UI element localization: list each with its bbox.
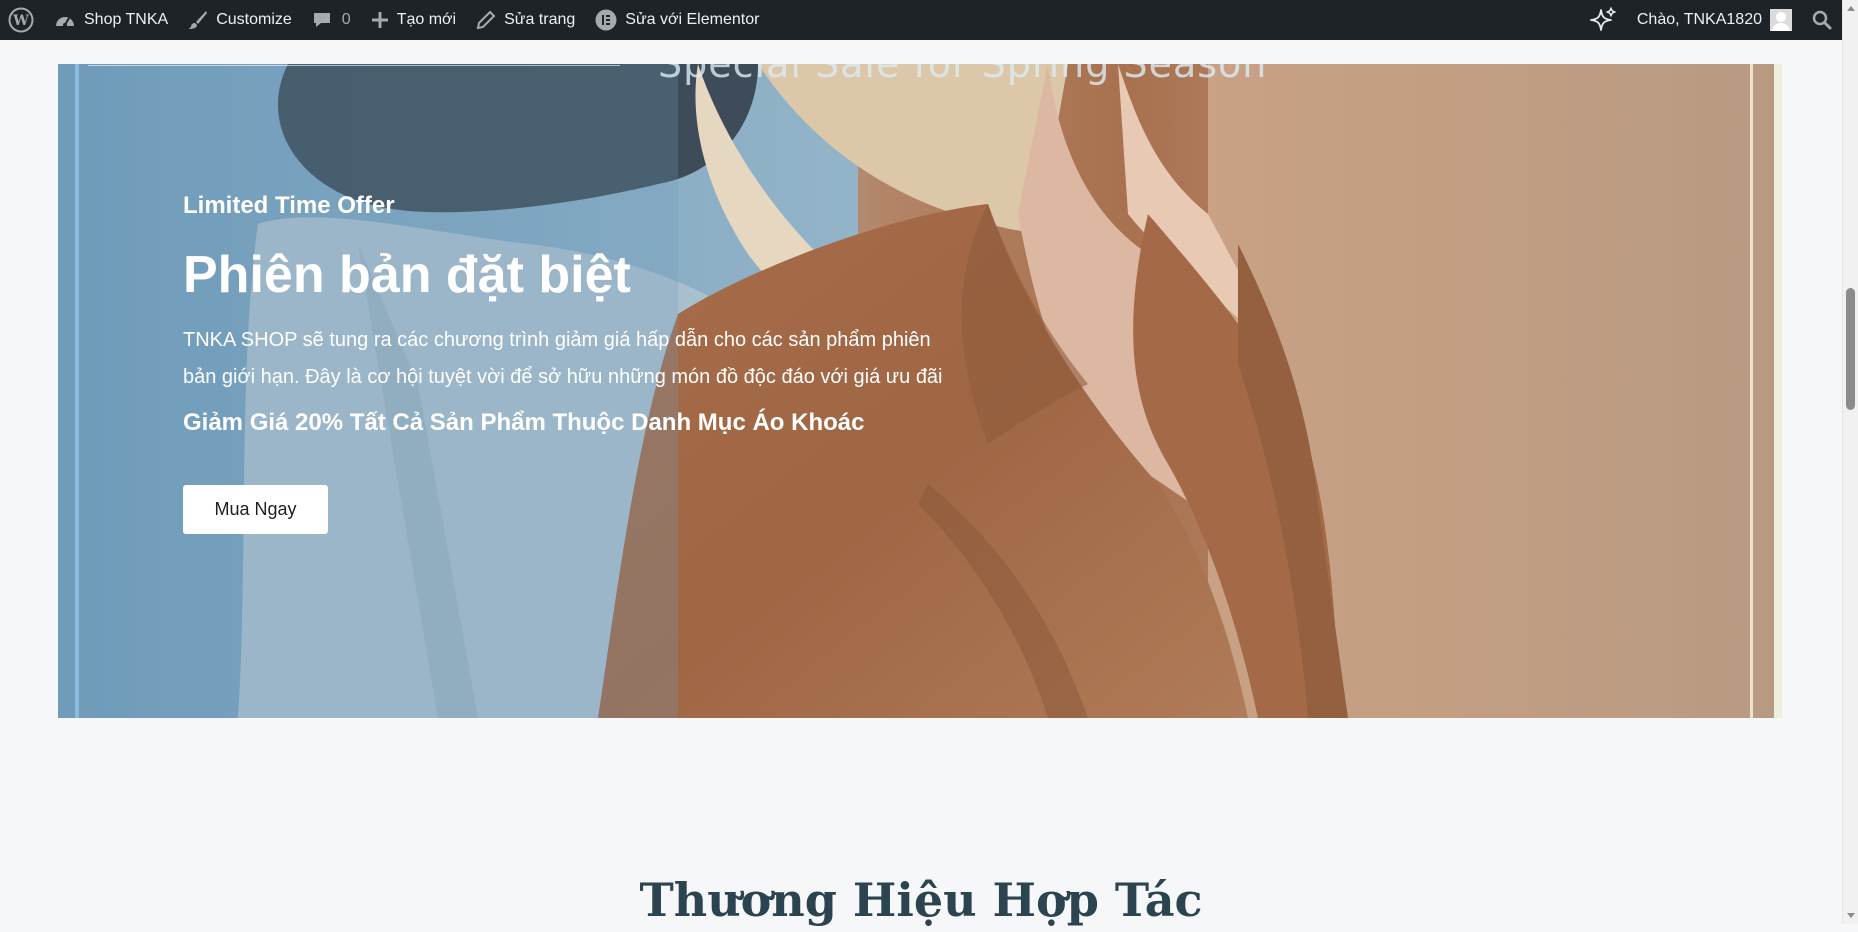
dashboard-icon bbox=[54, 11, 76, 29]
svg-text:W: W bbox=[12, 13, 29, 29]
banner-headline: Phiên bản đặt biệt bbox=[183, 246, 631, 304]
edit-elementor-button[interactable]: Sửa với Elementor bbox=[585, 0, 769, 40]
banner-description: TNKA SHOP sẽ tung ra các chương trình gi… bbox=[183, 329, 943, 388]
avatar bbox=[1770, 9, 1792, 31]
greeting-label: Chào, TNKA1820 bbox=[1636, 11, 1762, 28]
search-button[interactable] bbox=[1802, 0, 1842, 40]
banner-top-line bbox=[88, 65, 620, 66]
edit-elementor-label: Sửa với Elementor bbox=[625, 11, 760, 28]
brush-icon bbox=[188, 10, 208, 30]
plus-icon bbox=[371, 11, 389, 29]
discount-text: Giảm Giá 20% Tất Cả Sản Phẩm Thuộc Danh … bbox=[183, 409, 865, 436]
banner-right-rule bbox=[1750, 64, 1753, 718]
wordpress-menu[interactable]: W bbox=[0, 0, 44, 40]
elementor-icon bbox=[595, 9, 617, 31]
scroll-down-arrow[interactable] bbox=[1847, 913, 1855, 918]
customize-label: Customize bbox=[216, 11, 292, 28]
admin-bar: W Shop TNKA Customize 0 Tạo mới Sửa tran… bbox=[0, 0, 1842, 40]
new-label: Tạo mới bbox=[396, 11, 457, 28]
site-name-label: Shop TNKA bbox=[84, 11, 169, 28]
scroll-up-arrow[interactable] bbox=[1847, 6, 1855, 11]
banner-content: Limited Time Offer Phiên bản đặt biệt TN… bbox=[183, 192, 983, 534]
banner-left-rule bbox=[75, 64, 79, 718]
page-scrollbar[interactable] bbox=[1842, 0, 1858, 924]
banner-right-edge bbox=[1774, 64, 1782, 718]
edit-page-button[interactable]: Sửa trang bbox=[466, 0, 585, 40]
search-icon bbox=[1812, 10, 1832, 30]
scroll-thumb[interactable] bbox=[1846, 288, 1855, 410]
customize-button[interactable]: Customize bbox=[178, 0, 302, 40]
site-name-menu[interactable]: Shop TNKA bbox=[44, 0, 178, 40]
comments-button[interactable]: 0 bbox=[302, 0, 361, 40]
pencil-icon bbox=[476, 10, 496, 30]
account-menu[interactable]: Chào, TNKA1820 bbox=[1627, 0, 1802, 40]
sparkle-icon bbox=[1589, 6, 1617, 34]
wordpress-icon: W bbox=[8, 7, 34, 33]
partner-brands-heading: Thương Hiệu Hợp Tác bbox=[639, 873, 1203, 927]
new-content-menu[interactable]: Tạo mới bbox=[361, 0, 466, 40]
ai-assistant-button[interactable] bbox=[1579, 0, 1627, 40]
comment-icon bbox=[312, 10, 332, 30]
offer-label: Limited Time Offer bbox=[183, 192, 395, 219]
admin-bar-secondary: Chào, TNKA1820 bbox=[1579, 0, 1842, 40]
edit-page-label: Sửa trang bbox=[504, 11, 576, 28]
season-text: Special Sale for Spring Season bbox=[658, 64, 1268, 86]
comments-count: 0 bbox=[341, 11, 351, 28]
buy-now-button[interactable]: Mua Ngay bbox=[183, 485, 328, 534]
promo-banner: Special Sale for Spring Season Limited T… bbox=[58, 64, 1782, 718]
